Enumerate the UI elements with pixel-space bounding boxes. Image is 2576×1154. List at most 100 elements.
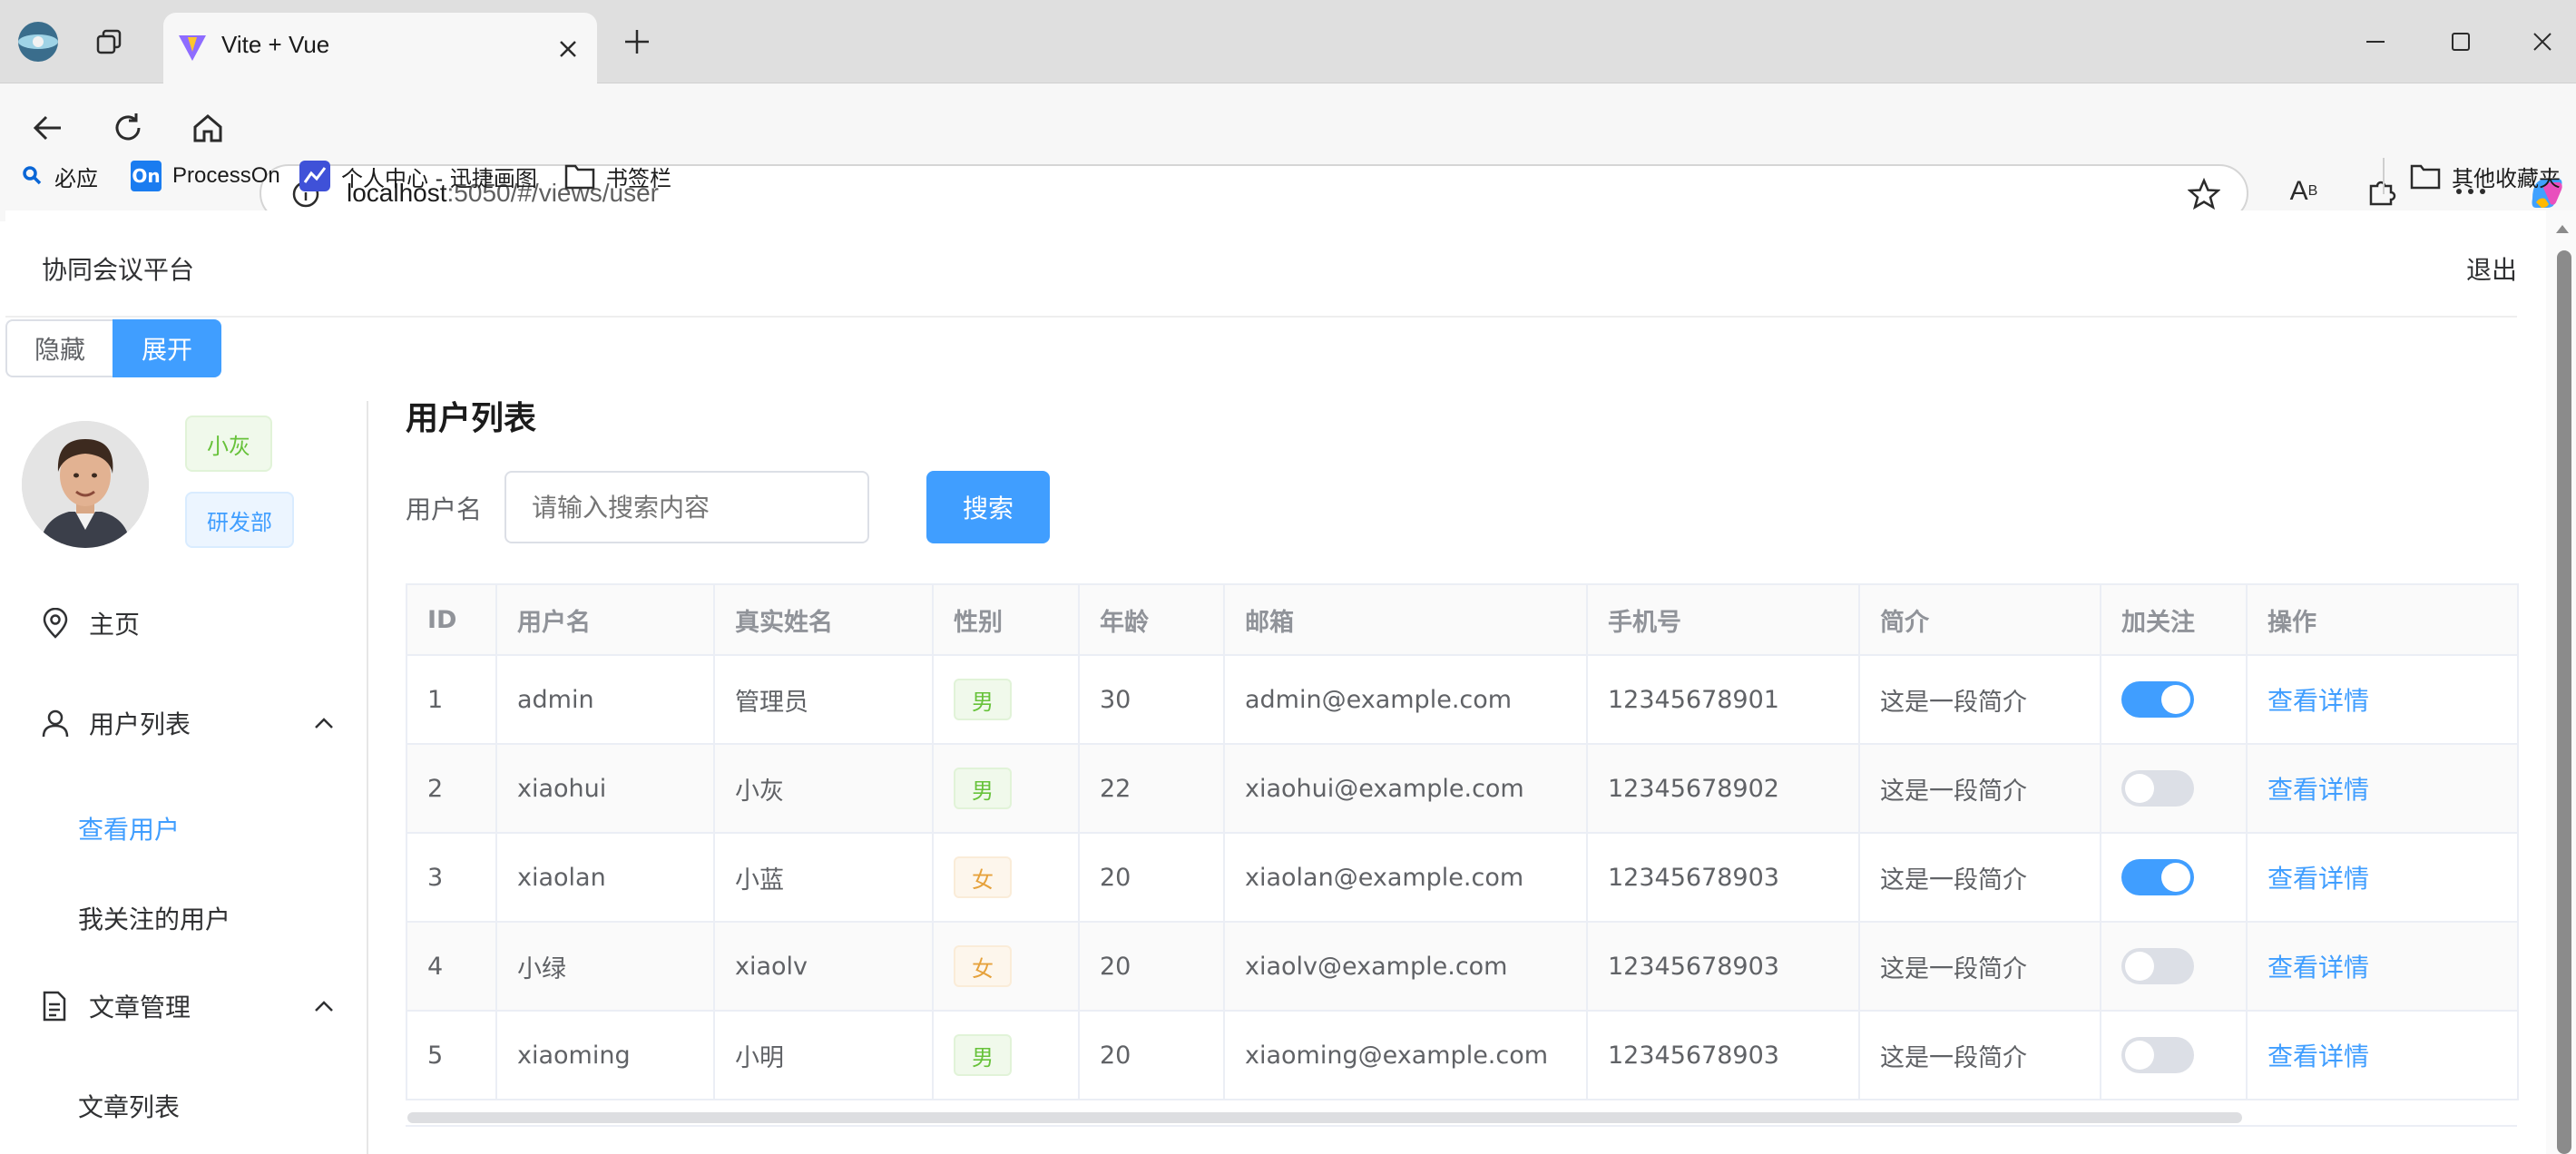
cell-action: 查看详情 — [2246, 1010, 2519, 1100]
bookmark-label: 其他收藏夹 — [2452, 165, 2561, 191]
cell-email: xiaohui@example.com — [1223, 743, 1588, 834]
column-header: 加关注 — [2100, 583, 2248, 656]
scroll-up-icon[interactable] — [2555, 223, 2570, 234]
view-details-link[interactable]: 查看详情 — [2267, 953, 2369, 983]
app-title: 协同会议平台 — [42, 255, 195, 285]
favorite-star-icon[interactable] — [2185, 175, 2223, 213]
back-icon[interactable] — [27, 107, 69, 149]
extensions-icon[interactable] — [2361, 171, 2403, 212]
view-details-link[interactable]: 查看详情 — [2267, 1042, 2369, 1071]
search-input[interactable] — [504, 471, 869, 543]
cell-username: admin — [495, 654, 715, 745]
expand-button[interactable]: 展开 — [113, 319, 221, 377]
menu-label: 查看用户 — [78, 815, 181, 845]
follow-switch[interactable] — [2121, 859, 2194, 895]
search-label: 用户名 — [406, 494, 483, 524]
cell-phone: 12345678903 — [1586, 832, 1860, 923]
follow-switch[interactable] — [2121, 948, 2194, 984]
refresh-icon[interactable] — [107, 107, 149, 149]
read-aloud-icon[interactable]: AB — [2283, 171, 2325, 212]
table-body: 1 admin 管理员男 30 admin@example.com 12345678901… — [406, 654, 2519, 1100]
minimize-icon[interactable] — [2356, 22, 2395, 62]
vite-icon — [174, 29, 211, 65]
sidebar: 小灰 研发部 主页 用户列表 查看用户 我关注的用户 文章管理 文章列表 — [5, 401, 368, 1154]
maximize-icon[interactable] — [2441, 22, 2481, 62]
processon-icon: On — [131, 161, 162, 191]
cell-follow — [2100, 1010, 2248, 1100]
cell-intro: 这是一段简介 — [1858, 743, 2101, 834]
cell-age: 20 — [1078, 1010, 1225, 1100]
folder-icon — [564, 164, 595, 190]
submenu-item-view-users[interactable]: 查看用户 — [78, 806, 180, 851]
cell-email: xiaolan@example.com — [1223, 832, 1588, 923]
bookmark-label: 必应 — [54, 165, 98, 191]
menu-item-user-list[interactable]: 用户列表 — [42, 700, 341, 746]
column-header: 操作 — [2246, 583, 2519, 656]
bookmark-xunjie[interactable]: 个人中心 - 迅捷画图 — [299, 158, 537, 194]
profile-icon[interactable] — [15, 18, 62, 65]
bookmark-processon[interactable]: On ProcessOn — [131, 158, 280, 194]
cell-id: 1 — [406, 654, 497, 745]
follow-switch[interactable] — [2121, 770, 2194, 807]
submenu-item-followed-users[interactable]: 我关注的用户 — [78, 895, 230, 941]
chevron-up-icon — [315, 718, 333, 729]
other-bookmarks[interactable]: 其他收藏夹 — [2410, 158, 2561, 194]
department-tag: 研发部 — [185, 492, 294, 548]
cell-intro: 这是一段简介 — [1858, 832, 2101, 923]
chevron-up-icon — [315, 1001, 333, 1012]
cell-phone: 12345678902 — [1586, 743, 1860, 834]
bookmark-bing[interactable]: 必应 — [22, 158, 98, 194]
cell-username: xiaoming — [495, 1010, 715, 1100]
cell-sex: 女 — [932, 921, 1080, 1012]
menu-label: 主页 — [89, 610, 141, 640]
tab-close-icon[interactable] — [552, 33, 584, 65]
menu-label: 我关注的用户 — [78, 905, 231, 934]
bookmark-divider — [2383, 158, 2385, 194]
follow-switch[interactable] — [2121, 1037, 2194, 1073]
hide-button[interactable]: 隐藏 — [5, 319, 113, 377]
menu-item-home[interactable]: 主页 — [42, 601, 140, 646]
table-row: 1 admin 管理员男 30 admin@example.com 12345678901… — [406, 654, 2519, 745]
table-horizontal-scrollbar[interactable] — [407, 1112, 2242, 1123]
cell-realname: 管理员 — [713, 654, 934, 745]
cell-username: 小绿 — [495, 921, 715, 1012]
sex-tag: 男 — [954, 679, 1012, 720]
tab-active[interactable]: Vite + Vue — [163, 13, 597, 85]
logout-link[interactable]: 退出 — [2466, 250, 2517, 287]
switch-knob — [2161, 685, 2190, 714]
menu-label: 文章列表 — [78, 1092, 181, 1122]
switch-knob — [2125, 1041, 2154, 1070]
sex-tag: 男 — [954, 1034, 1012, 1076]
tab-title: Vite + Vue — [221, 31, 330, 58]
home-icon[interactable] — [187, 107, 229, 149]
window-close-icon[interactable] — [2522, 22, 2562, 62]
cell-sex: 男 — [932, 1010, 1080, 1100]
view-details-link[interactable]: 查看详情 — [2267, 864, 2369, 894]
cell-username: xiaohui — [495, 743, 715, 834]
switch-knob — [2125, 774, 2154, 803]
menu-item-article-mgmt[interactable]: 文章管理 — [42, 983, 341, 1029]
switch-knob — [2125, 952, 2154, 981]
browser-title-bar: Vite + Vue — [0, 0, 2576, 85]
sex-tag: 女 — [954, 945, 1012, 987]
bookmark-folder[interactable]: 书签栏 — [564, 158, 671, 194]
page-title: 用户列表 — [406, 400, 537, 437]
browser-toolbar: localhost:5050/#/views/user AB — [0, 83, 2576, 222]
page-scroll-thumb[interactable] — [2557, 250, 2571, 1154]
tab-actions-icon[interactable] — [91, 24, 127, 60]
bookmark-label: 书签栏 — [606, 165, 671, 191]
search-button[interactable]: 搜索 — [926, 471, 1050, 543]
bookmark-label: ProcessOn — [172, 163, 280, 188]
new-tab-icon[interactable] — [619, 24, 655, 60]
cell-id: 2 — [406, 743, 497, 834]
cell-intro: 这是一段简介 — [1858, 1010, 2101, 1100]
column-header: 真实姓名 — [713, 583, 934, 656]
user-table: ID 用户名 真实姓名 性别 年龄 邮箱 手机号 简介 加关注 操作 1 admi… — [406, 583, 2519, 1100]
view-details-link[interactable]: 查看详情 — [2267, 775, 2369, 805]
follow-switch[interactable] — [2121, 681, 2194, 718]
cell-realname: 小明 — [713, 1010, 934, 1100]
view-details-link[interactable]: 查看详情 — [2267, 686, 2369, 716]
location-icon — [43, 608, 68, 639]
cell-follow — [2100, 832, 2248, 923]
submenu-item-article-list[interactable]: 文章列表 — [78, 1083, 180, 1129]
